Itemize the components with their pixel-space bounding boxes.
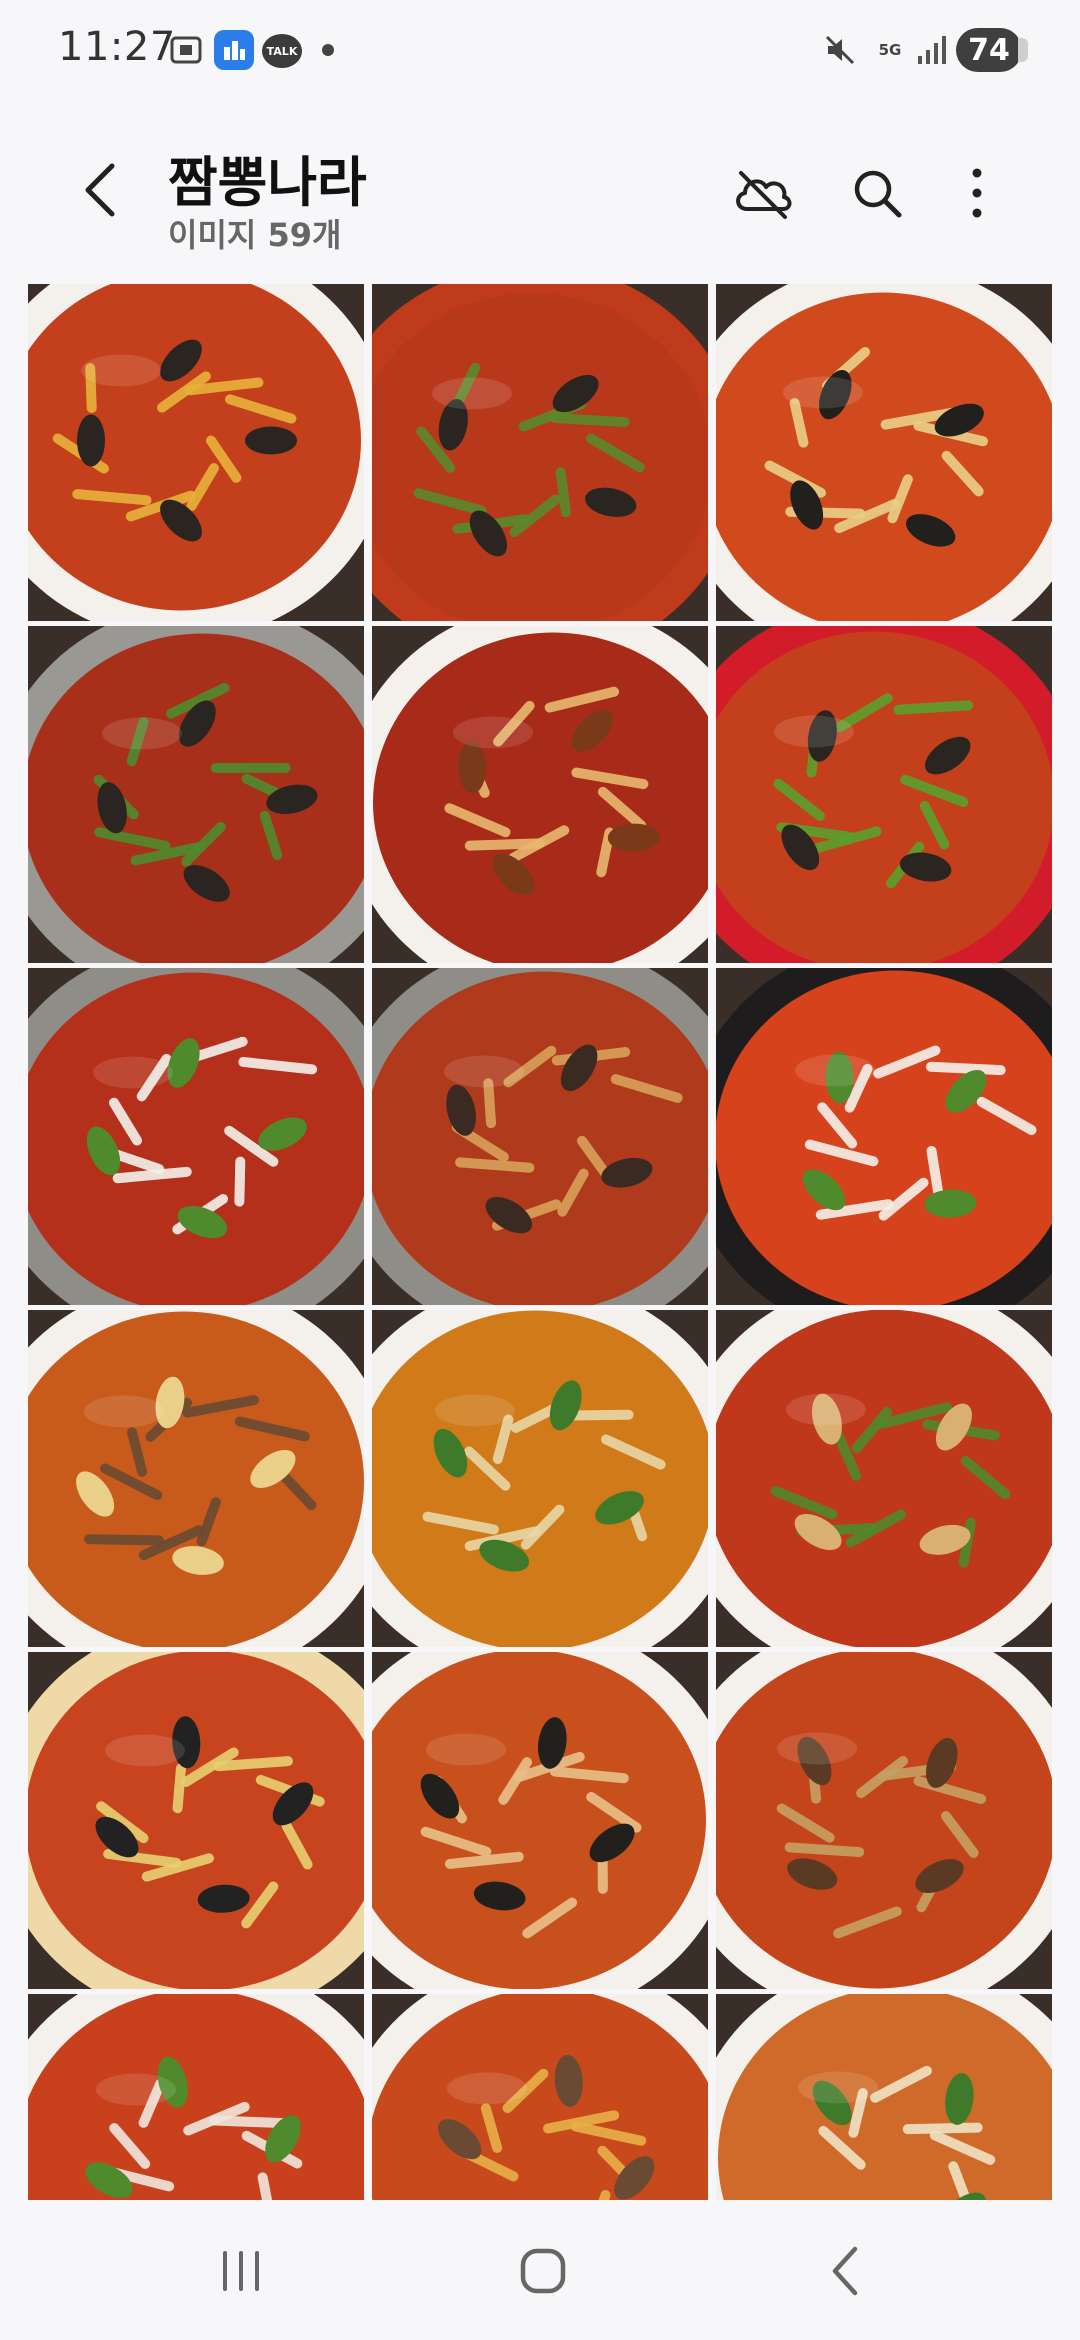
photo-thumbnail[interactable]: [372, 1994, 708, 2204]
photo-thumbnail[interactable]: [28, 1310, 364, 1647]
dish-photo: [28, 1994, 364, 2204]
photo-thumbnail[interactable]: [28, 626, 364, 963]
recent-apps-button[interactable]: [196, 2236, 286, 2306]
dish-photo: [372, 626, 708, 963]
screenshot-icon: [166, 26, 206, 74]
chevron-left-icon: [85, 163, 115, 217]
dish-photo: [28, 1652, 364, 1989]
photo-thumbnail[interactable]: [716, 1310, 1052, 1647]
photo-thumbnail[interactable]: [716, 968, 1052, 1305]
home-icon: [520, 2248, 566, 2294]
photo-thumbnail[interactable]: [372, 626, 708, 963]
signal-icon: [914, 26, 948, 74]
album-title: 짬뽕나라: [168, 151, 367, 214]
photo-thumbnail[interactable]: [716, 284, 1052, 621]
photo-thumbnail[interactable]: [28, 968, 364, 1305]
dish-photo: [28, 284, 364, 621]
photo-thumbnail[interactable]: [716, 1652, 1052, 1989]
dish-photo: [372, 968, 708, 1305]
dish-photo: [28, 626, 364, 963]
nav-back-button[interactable]: [800, 2236, 890, 2306]
back-button[interactable]: [72, 160, 128, 220]
more-vertical-icon: [972, 168, 982, 218]
photo-thumbnail[interactable]: [28, 284, 364, 621]
home-button[interactable]: [498, 2236, 588, 2306]
back-icon: [832, 2246, 858, 2296]
dish-photo: [716, 1652, 1052, 1989]
mute-icon: [822, 26, 858, 74]
status-time: 11:27: [58, 24, 176, 70]
network-5g-icon: 5G: [878, 41, 902, 59]
dish-photo: [28, 968, 364, 1305]
talk-icon: TALK: [262, 34, 302, 68]
recent-apps-icon: [223, 2251, 259, 2291]
album-image-count: 이미지 59개: [168, 216, 342, 254]
dish-photo: [372, 284, 708, 621]
search-icon: [854, 170, 902, 218]
dish-photo: [372, 1310, 708, 1647]
dish-photo: [716, 1310, 1052, 1647]
status-bar: 11:27 TALK 5G 74: [0, 0, 1080, 100]
dish-photo: [372, 1994, 708, 2204]
photo-thumbnail[interactable]: [716, 1994, 1052, 2204]
photo-grid: [28, 284, 1052, 2204]
app-notification-icon: [214, 30, 254, 70]
search-button[interactable]: [842, 158, 912, 228]
photo-thumbnail[interactable]: [372, 284, 708, 621]
photo-thumbnail[interactable]: [28, 1652, 364, 1989]
notification-dot-icon: [322, 44, 334, 56]
more-options-button[interactable]: [942, 158, 1012, 228]
navigation-bar: [0, 2200, 1080, 2340]
gallery-album-screen: 11:27 TALK 5G 74 짬뽕나라 이미지 59개: [0, 0, 1080, 2340]
cloud-sync-button[interactable]: [728, 158, 798, 228]
cloud-off-icon: [736, 171, 792, 219]
photo-thumbnail[interactable]: [372, 1652, 708, 1989]
photo-thumbnail[interactable]: [372, 1310, 708, 1647]
photo-thumbnail[interactable]: [716, 626, 1052, 963]
photo-thumbnail[interactable]: [372, 968, 708, 1305]
dish-photo: [716, 626, 1052, 963]
dish-photo: [716, 284, 1052, 621]
photo-thumbnail[interactable]: [28, 1994, 364, 2204]
dish-photo: [716, 968, 1052, 1305]
dish-photo: [372, 1652, 708, 1989]
dish-photo: [716, 1994, 1052, 2204]
battery-indicator: 74: [956, 28, 1028, 72]
dish-photo: [28, 1310, 364, 1647]
